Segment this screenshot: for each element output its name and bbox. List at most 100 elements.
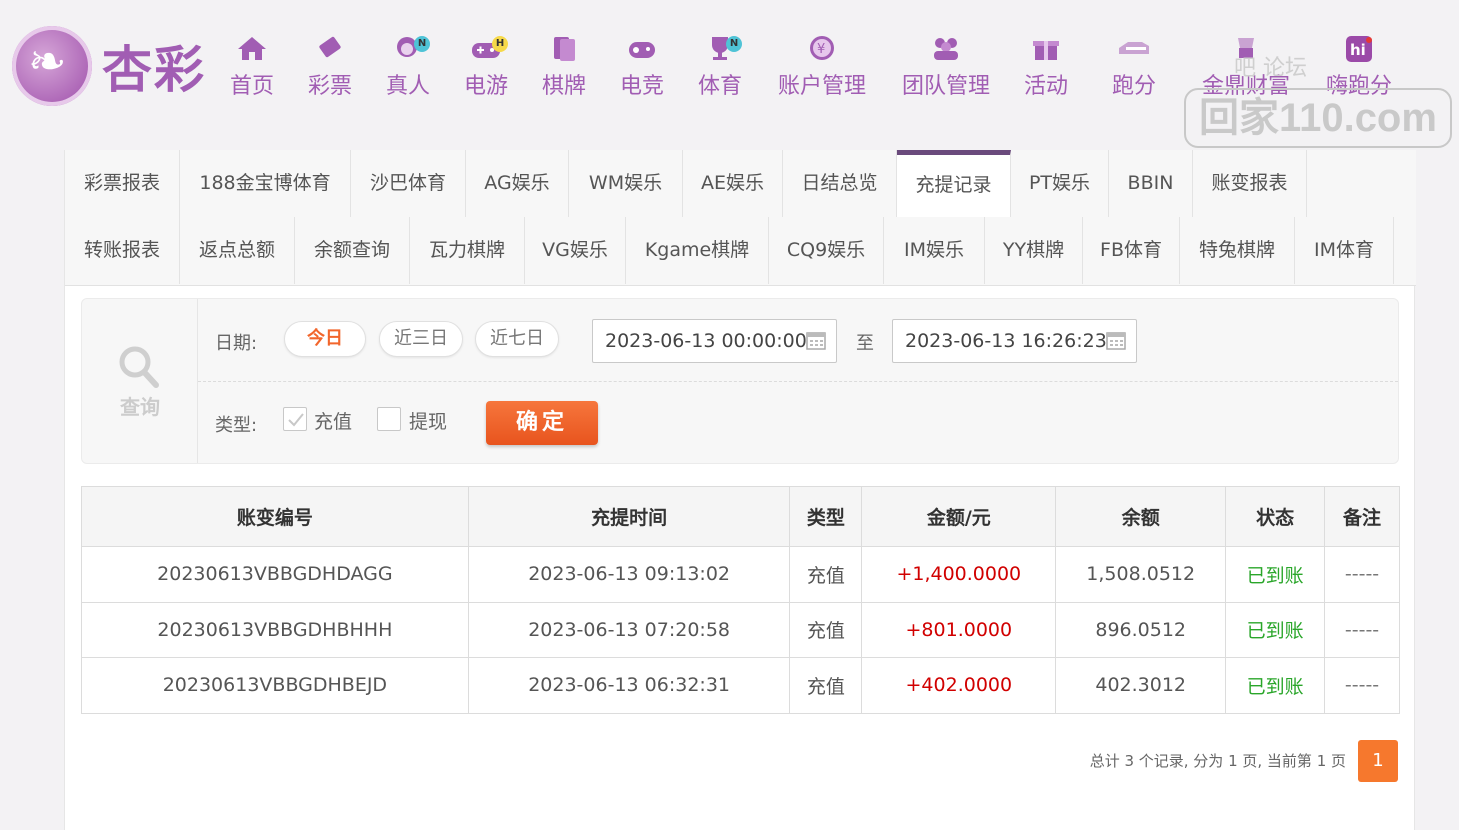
nav-item-account[interactable]: ¥ 账户管理 [776,34,868,104]
nav-item-run-score[interactable]: 跑分 [1112,34,1156,104]
record-time: 2023-06-13 06:32:31 [467,657,791,714]
esports-gamepad-icon [622,34,662,66]
new-badge: N [414,36,430,52]
tab-lottery-report[interactable]: 彩票报表 [65,150,180,217]
svg-text:hi: hi [1350,41,1366,59]
quick-date-today[interactable]: 今日 [284,321,366,357]
tab-188bet-sports[interactable]: 188金宝博体育 [180,150,351,217]
withdraw-checkbox[interactable] [377,407,401,431]
brand-name: 杏彩 [102,40,206,99]
table-header-row: 账变编号 充提时间 类型 金额/元 余额 状态 备注 [81,486,1400,547]
watermark-forum-text: 吧 论坛 [1234,56,1307,81]
tab-im-sports[interactable]: IM体育 [1295,217,1394,284]
query-filter-box: 查询 日期: 今日 近三日 近七日 2023-06-13 00:00:00 至 … [81,298,1399,464]
tab-transfer-report[interactable]: 转账报表 [65,217,180,284]
yen-coin-icon: ¥ [802,34,842,66]
svg-text:¥: ¥ [817,42,825,57]
tab-yy-chess[interactable]: YY棋牌 [985,217,1083,284]
column-header: 充提时间 [467,486,791,547]
pagination-summary: 总计 3 个记录, 分为 1 页, 当前第 1 页 [1089,752,1346,770]
record-time: 2023-06-13 07:20:58 [467,601,791,658]
tab-pt-casino[interactable]: PT娱乐 [1011,150,1109,217]
start-date-value: 2023-06-13 00:00:00 [605,330,807,352]
tab-vg-casino[interactable]: VG娱乐 [525,217,626,284]
tab-saba-sports[interactable]: 沙巴体育 [351,150,466,217]
quick-date-seven-days[interactable]: 近七日 [475,321,559,357]
tab-account-change-report[interactable]: 账变报表 [1193,150,1307,217]
checkmark-icon [288,413,304,427]
record-balance: 402.3012 [1055,657,1227,714]
tab-ae-casino[interactable]: AE娱乐 [683,150,783,217]
calendar-icon[interactable] [806,330,826,350]
tab-bbin[interactable]: BBIN [1109,150,1193,217]
column-header: 金额/元 [861,486,1057,547]
nav-item-live[interactable]: N 真人 [386,34,430,104]
column-header: 备注 [1324,486,1400,547]
query-label: 查询 [120,395,160,419]
report-panel: 彩票报表 188金宝博体育 沙巴体育 AG娱乐 WM娱乐 AE娱乐 日结总览 充… [64,150,1416,830]
new-badge: N [726,36,742,52]
tab-deposit-withdraw-records[interactable]: 充提记录 [897,150,1011,217]
nav-item-chess[interactable]: 棋牌 [542,34,586,104]
logo-emblem-icon [12,26,92,106]
query-side-panel: 查询 [82,299,198,463]
dealer-icon: N [388,34,430,66]
record-id: 20230613VBBGDHBEJD [81,657,469,714]
tab-kgame-chess[interactable]: Kgame棋牌 [626,217,769,284]
column-header: 状态 [1225,486,1326,547]
calendar-icon[interactable] [1106,330,1126,350]
tab-wm-casino[interactable]: WM娱乐 [569,150,683,217]
top-header: 杏彩 首页 彩票 N 真人 H 电游 [0,0,1459,148]
record-type: 充值 [789,657,863,714]
column-header: 账变编号 [81,486,469,547]
hi-run-icon: hi [1339,34,1379,66]
nav-item-slots[interactable]: H 电游 [464,34,508,104]
gamepad-icon: H [466,34,508,66]
record-note: ----- [1324,601,1400,658]
tab-daily-overview[interactable]: 日结总览 [783,150,897,217]
end-date-input[interactable]: 2023-06-13 16:26:23 [892,319,1137,363]
end-date-value: 2023-06-13 16:26:23 [905,330,1107,352]
gift-icon [1026,34,1066,66]
start-date-input[interactable]: 2023-06-13 00:00:00 [592,319,837,363]
page-button-current[interactable]: 1 [1358,740,1398,782]
table-row: 20230613VBBGDHBHHH 2023-06-13 07:20:58 充… [81,601,1400,658]
tab-fb-sports[interactable]: FB体育 [1083,217,1180,284]
nav-item-sports[interactable]: N 体育 [698,34,742,104]
column-header: 类型 [789,486,863,547]
record-id: 20230613VBBGDHDAGG [81,546,469,603]
nav-item-esports[interactable]: 电竞 [620,34,664,104]
nav-item-lottery[interactable]: 彩票 [308,34,352,104]
tab-wali-chess[interactable]: 瓦力棋牌 [410,217,525,284]
tab-cq9-casino[interactable]: CQ9娱乐 [769,217,884,284]
home-icon [232,34,272,66]
site-watermark: 回家110.com [1184,88,1452,148]
confirm-button[interactable]: 确定 [486,401,598,445]
table-row: 20230613VBBGDHBEJD 2023-06-13 06:32:31 充… [81,657,1400,714]
record-status: 已到账 [1225,657,1326,714]
nav-item-promotions[interactable]: 活动 [1024,34,1068,104]
record-balance: 896.0512 [1055,601,1227,658]
trophy-icon: N [700,34,742,66]
ticket-icon [310,34,350,66]
filter-divider [198,381,1398,382]
brand-logo[interactable]: 杏彩 [12,26,217,108]
tab-rebate-total[interactable]: 返点总额 [180,217,295,284]
withdraw-checkbox-label: 提现 [409,411,448,433]
tab-im-casino[interactable]: IM娱乐 [884,217,985,284]
quick-date-three-days[interactable]: 近三日 [379,321,463,357]
tab-tetu-chess[interactable]: 特兔棋牌 [1180,217,1295,284]
record-time: 2023-06-13 09:13:02 [467,546,791,603]
type-label: 类型: [215,415,258,436]
column-header: 余额 [1055,486,1227,547]
hot-badge: H [492,36,508,52]
nav-item-home[interactable]: 首页 [230,34,274,104]
record-status: 已到账 [1225,601,1326,658]
record-id: 20230613VBBGDHBHHH [81,601,469,658]
nav-item-team[interactable]: 团队管理 [900,34,992,104]
records-table: 账变编号 充提时间 类型 金额/元 余额 状态 备注 20230613VBBGD… [81,486,1400,714]
record-type: 充值 [789,601,863,658]
tab-balance-query[interactable]: 余额查询 [295,217,410,284]
tab-ag-casino[interactable]: AG娱乐 [466,150,569,217]
deposit-checkbox[interactable] [283,407,307,431]
